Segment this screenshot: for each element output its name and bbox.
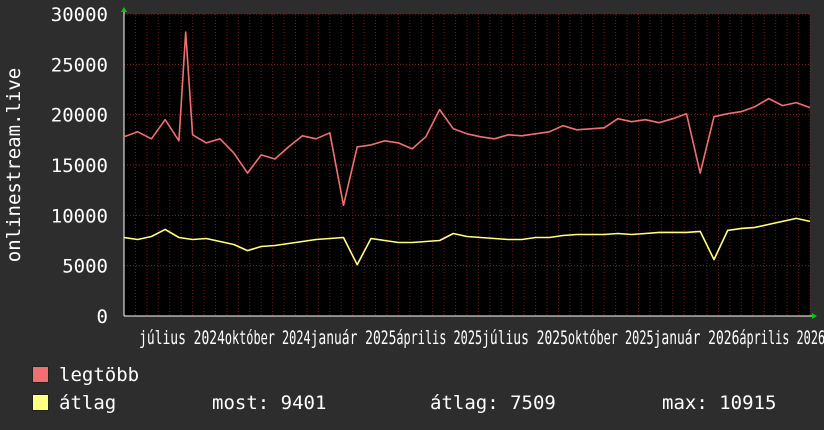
chart: 0 5000 10000 15000 20000 25000 30000 július 20… [3,4,824,349]
y-tick-label: 25000 [51,54,108,76]
x-tick-label: január 2026 [654,327,740,349]
x-tick-label: április 2025 [396,327,482,349]
x-tick-label: január 2025 [311,327,397,349]
y-tick-labels: 0 5000 10000 15000 20000 25000 30000 [51,4,108,328]
x-tick-label: október 2025 [568,327,654,349]
y-axis-arrow [121,7,127,12]
x-tick-label: október 2024 [225,327,311,349]
x-axis-arrow [812,313,817,319]
x-tick-label: július 2024 [139,327,225,349]
y-tick-label: 5000 [62,256,108,278]
x-tick-label: április 2026 [739,327,824,349]
x-tick-labels: július 2024 október 2024 január 2025 áprili… [139,327,824,349]
x-tick-label: július 2025 [482,327,568,349]
y-axis-label: onlinestream.live [3,68,25,262]
y-tick-label: 30000 [51,4,108,26]
y-tick-label: 20000 [51,105,108,127]
y-tick-label: 0 [97,306,108,328]
y-tick-label: 10000 [51,205,108,227]
y-tick-label: 15000 [51,155,108,177]
